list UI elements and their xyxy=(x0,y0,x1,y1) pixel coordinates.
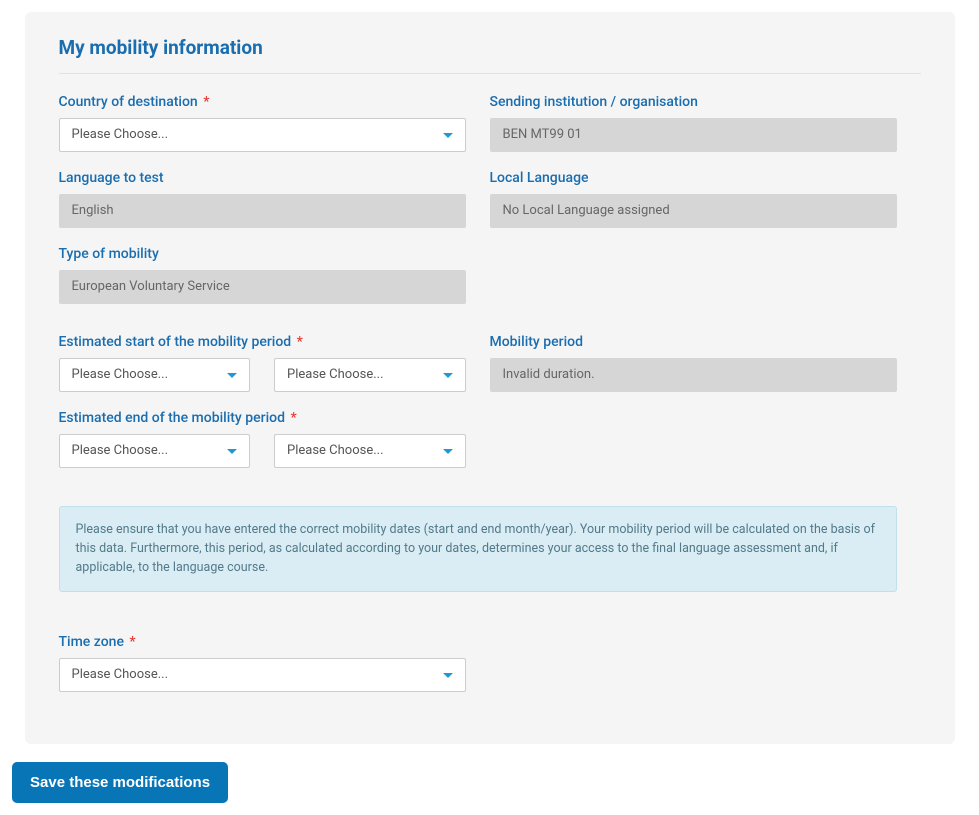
save-button[interactable]: Save these modifications xyxy=(12,762,228,803)
field-timezone: Time zone * Please Choose... xyxy=(59,634,490,692)
label-mobility-type: Type of mobility xyxy=(59,246,466,262)
form-grid: Country of destination * Please Choose..… xyxy=(59,94,921,710)
mobility-period-value: Invalid duration. xyxy=(490,358,897,392)
start-month-value: Please Choose... xyxy=(72,367,169,382)
sending-institution-value: BEN MT99 01 xyxy=(490,118,897,152)
required-marker: * xyxy=(287,410,297,426)
label-sending-institution: Sending institution / organisation xyxy=(490,94,897,110)
country-select-value: Please Choose... xyxy=(72,127,169,142)
label-local-language: Local Language xyxy=(490,170,897,186)
field-sending-institution: Sending institution / organisation BEN M… xyxy=(490,94,921,152)
spacer-col xyxy=(490,246,921,304)
field-language-test: Language to test English xyxy=(59,170,490,228)
label-start-period: Estimated start of the mobility period * xyxy=(59,334,466,350)
end-year-value: Please Choose... xyxy=(287,443,384,458)
field-country: Country of destination * Please Choose..… xyxy=(59,94,490,152)
field-start-period: Estimated start of the mobility period *… xyxy=(59,334,490,392)
spacer-col-2 xyxy=(490,410,921,468)
country-select[interactable]: Please Choose... xyxy=(59,118,466,152)
end-month-value: Please Choose... xyxy=(72,443,169,458)
end-month-select[interactable]: Please Choose... xyxy=(59,434,251,468)
label-mobility-period: Mobility period xyxy=(490,334,897,350)
start-year-select[interactable]: Please Choose... xyxy=(274,358,466,392)
label-country: Country of destination * xyxy=(59,94,466,110)
label-end-period: Estimated end of the mobility period * xyxy=(59,410,466,426)
field-local-language: Local Language No Local Language assigne… xyxy=(490,170,921,228)
mobility-dates-info: Please ensure that you have entered the … xyxy=(59,506,897,592)
field-mobility-type: Type of mobility European Voluntary Serv… xyxy=(59,246,490,304)
language-test-value: English xyxy=(59,194,466,228)
required-marker: * xyxy=(293,334,303,350)
mobility-info-panel: My mobility information Country of desti… xyxy=(25,12,955,744)
required-marker: * xyxy=(200,94,210,110)
chevron-down-icon xyxy=(443,673,453,678)
chevron-down-icon xyxy=(443,133,453,138)
start-year-value: Please Choose... xyxy=(287,367,384,382)
row-spacer xyxy=(59,322,921,334)
row-spacer-2 xyxy=(59,486,921,498)
label-timezone: Time zone * xyxy=(59,634,466,650)
field-mobility-period: Mobility period Invalid duration. xyxy=(490,334,921,392)
chevron-down-icon xyxy=(227,373,237,378)
required-marker: * xyxy=(126,634,136,650)
chevron-down-icon xyxy=(443,449,453,454)
start-month-select[interactable]: Please Choose... xyxy=(59,358,251,392)
end-year-select[interactable]: Please Choose... xyxy=(274,434,466,468)
timezone-select[interactable]: Please Choose... xyxy=(59,658,466,692)
panel-title: My mobility information xyxy=(59,36,921,74)
local-language-value: No Local Language assigned xyxy=(490,194,897,228)
chevron-down-icon xyxy=(443,373,453,378)
chevron-down-icon xyxy=(227,449,237,454)
field-end-period: Estimated end of the mobility period * P… xyxy=(59,410,490,468)
info-container: Please ensure that you have entered the … xyxy=(59,498,921,616)
timezone-value: Please Choose... xyxy=(72,667,169,682)
label-language-test: Language to test xyxy=(59,170,466,186)
mobility-type-value: European Voluntary Service xyxy=(59,270,466,304)
